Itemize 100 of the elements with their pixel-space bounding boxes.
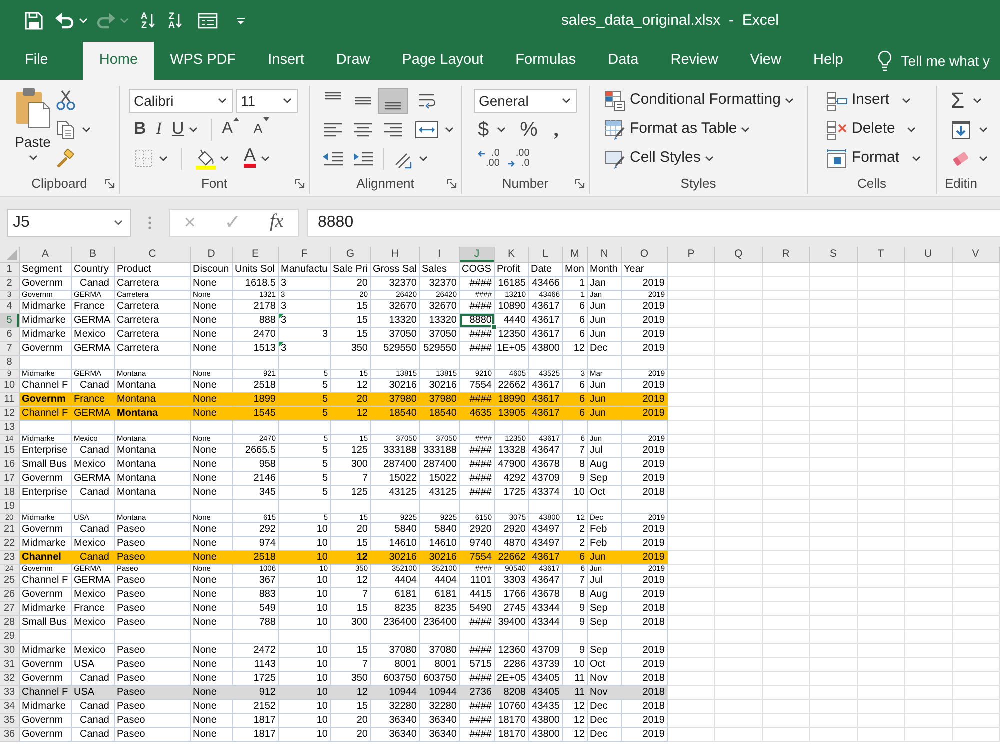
empty-cell[interactable]: [668, 379, 716, 393]
lightbulb-icon[interactable]: [877, 50, 894, 72]
empty-cell[interactable]: [668, 672, 716, 686]
empty-cell[interactable]: [858, 728, 906, 742]
ribbon-tab[interactable]: File: [9, 42, 64, 80]
sheet-cell[interactable]: 5715: [460, 658, 495, 672]
sheet-cell[interactable]: Midmarke: [20, 644, 72, 658]
sheet-cell[interactable]: 32370: [420, 277, 460, 291]
sheet-cell[interactable]: ####: [460, 714, 495, 728]
select-all-icon[interactable]: [7, 250, 17, 260]
empty-cell[interactable]: [762, 379, 810, 393]
empty-cell[interactable]: [371, 630, 420, 644]
empty-cell[interactable]: [762, 602, 810, 616]
sheet-cell[interactable]: 6: [563, 328, 588, 342]
sheet-cell[interactable]: Sale Pri: [331, 263, 371, 277]
empty-cell[interactable]: [952, 644, 1000, 658]
empty-cell[interactable]: [668, 630, 716, 644]
sheet-cell[interactable]: 8235: [371, 602, 420, 616]
sheet-cell[interactable]: France: [72, 602, 115, 616]
font-name-field[interactable]: Calibri: [129, 89, 233, 114]
empty-cell[interactable]: [858, 486, 906, 500]
sheet-cell[interactable]: 10: [279, 523, 331, 537]
empty-cell[interactable]: [952, 514, 1000, 523]
sheet-cell[interactable]: 37080: [371, 644, 420, 658]
empty-cell[interactable]: [952, 574, 1000, 588]
dropdown-caret-icon[interactable]: [159, 156, 168, 162]
empty-cell[interactable]: [810, 588, 858, 602]
ribbon-tab[interactable]: Draw: [320, 42, 386, 80]
dropdown-caret-icon[interactable]: [562, 98, 571, 104]
sheet-cell[interactable]: Paseo: [115, 644, 191, 658]
sheet-cell[interactable]: 5: [279, 444, 331, 458]
sheet-cell[interactable]: 12: [563, 700, 588, 714]
empty-cell[interactable]: [952, 458, 1000, 472]
empty-cell[interactable]: [460, 500, 495, 514]
empty-cell[interactable]: [810, 277, 858, 291]
column-header[interactable]: I: [420, 247, 460, 263]
empty-cell[interactable]: [668, 291, 716, 300]
sheet-cell[interactable]: 4440: [495, 314, 529, 328]
empty-cell[interactable]: [858, 602, 906, 616]
empty-cell[interactable]: [762, 444, 810, 458]
insert-cells-icon[interactable]: [826, 90, 848, 110]
empty-cell[interactable]: [858, 616, 906, 630]
row-header[interactable]: 25: [0, 574, 20, 588]
empty-cell[interactable]: [858, 458, 906, 472]
empty-cell[interactable]: [810, 714, 858, 728]
empty-cell[interactable]: [588, 421, 622, 435]
sheet-cell[interactable]: 43647: [529, 574, 563, 588]
sheet-cell[interactable]: 2470: [233, 328, 279, 342]
empty-cell[interactable]: [72, 630, 115, 644]
empty-cell[interactable]: [810, 523, 858, 537]
number-format-field[interactable]: General: [474, 89, 577, 114]
sheet-cell[interactable]: 10: [279, 551, 331, 565]
dropdown-caret-icon[interactable]: [189, 127, 198, 134]
sheet-cell[interactable]: 1101: [460, 574, 495, 588]
sheet-cell[interactable]: 529550: [371, 342, 420, 356]
sheet-cell[interactable]: 7: [331, 588, 371, 602]
sheet-cell[interactable]: 958: [233, 458, 279, 472]
empty-cell[interactable]: [715, 588, 763, 602]
empty-cell[interactable]: [905, 291, 953, 300]
empty-cell[interactable]: [810, 537, 858, 551]
sheet-cell[interactable]: 32670: [371, 300, 420, 314]
row-header[interactable]: 32: [0, 672, 20, 686]
empty-cell[interactable]: [762, 574, 810, 588]
sheet-cell[interactable]: 2018: [622, 700, 668, 714]
sheet-cell[interactable]: 2146: [233, 472, 279, 486]
sheet-cell[interactable]: 529550: [420, 342, 460, 356]
empty-cell[interactable]: [952, 291, 1000, 300]
ribbon-tab[interactable]: Formulas: [500, 42, 592, 80]
empty-cell[interactable]: [810, 314, 858, 328]
sheet-cell[interactable]: 43617: [529, 314, 563, 328]
sheet-cell[interactable]: 15: [331, 602, 371, 616]
sheet-cell[interactable]: Manufactu: [279, 263, 331, 277]
sheet-cell[interactable]: Governm: [20, 588, 72, 602]
sheet-cell[interactable]: 236400: [420, 616, 460, 630]
sheet-cell[interactable]: 2018: [622, 686, 668, 700]
empty-cell[interactable]: [460, 421, 495, 435]
dropdown-caret-icon[interactable]: [912, 156, 921, 162]
empty-cell[interactable]: [810, 444, 858, 458]
empty-cell[interactable]: [622, 630, 668, 644]
sheet-cell[interactable]: 2019: [622, 588, 668, 602]
ribbon-tab[interactable]: Review: [654, 42, 734, 80]
empty-cell[interactable]: [529, 630, 563, 644]
empty-cell[interactable]: [905, 263, 953, 277]
sheet-cell[interactable]: 43678: [529, 458, 563, 472]
empty-cell[interactable]: [905, 728, 953, 742]
empty-cell[interactable]: [858, 672, 906, 686]
sheet-cell[interactable]: 12: [331, 574, 371, 588]
empty-cell[interactable]: [715, 644, 763, 658]
conditional-formatting-button[interactable]: Conditional Formatting: [602, 86, 796, 114]
sheet-cell[interactable]: Canad: [72, 700, 115, 714]
sheet-cell[interactable]: 10: [279, 714, 331, 728]
sheet-cell[interactable]: 18170: [495, 728, 529, 742]
sheet-cell[interactable]: Year: [622, 263, 668, 277]
sheet-cell[interactable]: 5: [279, 458, 331, 472]
empty-cell[interactable]: [715, 472, 763, 486]
sheet-cell[interactable]: 367: [233, 574, 279, 588]
empty-cell[interactable]: [810, 574, 858, 588]
empty-cell[interactable]: [233, 630, 279, 644]
empty-cell[interactable]: [810, 728, 858, 742]
sheet-cell[interactable]: GERMA: [72, 407, 115, 421]
